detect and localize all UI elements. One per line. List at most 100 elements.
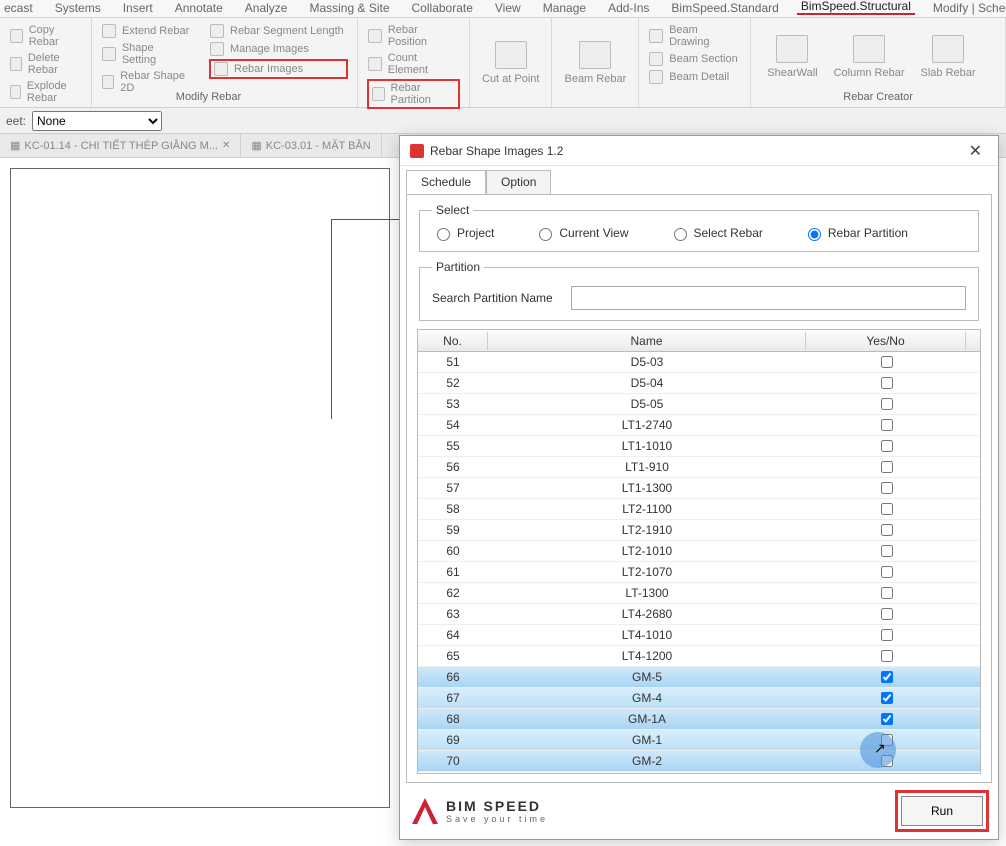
row-checkbox[interactable] <box>881 734 893 746</box>
row-checkbox[interactable] <box>881 650 893 662</box>
radio-select-rebar[interactable]: Select Rebar <box>669 225 763 241</box>
close-button[interactable]: ✕ <box>963 139 988 163</box>
row-checkbox[interactable] <box>881 356 893 368</box>
slab-rebar[interactable]: Slab Rebar <box>915 24 982 89</box>
row-checkbox[interactable] <box>881 755 893 767</box>
menu-item[interactable]: View <box>491 1 525 15</box>
menu-item[interactable]: Massing & Site <box>305 1 393 15</box>
table-row[interactable]: 64LT4-1010 <box>418 625 980 646</box>
table-row[interactable]: 57LT1-1300 <box>418 478 980 499</box>
radio-current-view[interactable]: Current View <box>534 225 628 241</box>
row-checkbox[interactable] <box>881 545 893 557</box>
menu-item[interactable]: Systems <box>51 1 105 15</box>
menu-item[interactable]: Manage <box>539 1 590 15</box>
delete-rebar[interactable]: Delete Rebar <box>10 52 81 76</box>
shape-setting[interactable]: Shape Setting <box>102 42 190 66</box>
row-checkbox[interactable] <box>881 482 893 494</box>
table-row[interactable]: 66GM-5 <box>418 667 980 688</box>
col-yesno[interactable]: Yes/No <box>806 332 966 350</box>
delete-icon <box>10 57 22 71</box>
view-tab[interactable]: ▦KC-01.14 - CHI TIẾT THÉP GIẰNG M...✕ <box>0 134 241 157</box>
menu-item[interactable]: Modify | Schedule Gra <box>929 1 1006 15</box>
count-element[interactable]: Count Element <box>368 52 459 76</box>
beam-rebar[interactable]: Beam Rebar <box>552 18 639 107</box>
extend-rebar[interactable]: Extend Rebar <box>102 24 190 38</box>
rebar-position[interactable]: Rebar Position <box>368 24 459 48</box>
paper-frame <box>10 168 390 808</box>
table-row[interactable]: 67GM-4 <box>418 688 980 709</box>
table-row[interactable]: 52D5-04 <box>418 373 980 394</box>
table-row[interactable]: 68GM-1A <box>418 709 980 730</box>
table-row[interactable]: 59LT2-1910 <box>418 520 980 541</box>
manage-images[interactable]: Manage Images <box>210 42 347 56</box>
table-row[interactable]: 51D5-03 <box>418 352 980 373</box>
tab-option[interactable]: Option <box>486 170 551 194</box>
table-row[interactable]: 69GM-1 <box>418 730 980 751</box>
cell-name: LT1-1010 <box>488 438 806 454</box>
shearwall[interactable]: ShearWall <box>761 24 823 89</box>
col-name[interactable]: Name <box>488 332 806 350</box>
row-checkbox[interactable] <box>881 629 893 641</box>
row-checkbox[interactable] <box>881 713 893 725</box>
table-row[interactable]: 63LT4-2680 <box>418 604 980 625</box>
row-checkbox[interactable] <box>881 587 893 599</box>
partition-group: Partition Search Partition Name <box>419 260 979 321</box>
table-row[interactable]: 60LT2-1010 <box>418 541 980 562</box>
radio-rebar-partition[interactable]: Rebar Partition <box>803 225 908 241</box>
cell-no: 56 <box>418 459 488 475</box>
row-checkbox[interactable] <box>881 503 893 515</box>
menu-item[interactable]: Collaborate <box>408 1 477 15</box>
row-checkbox[interactable] <box>881 692 893 704</box>
table-row[interactable]: 53D5-05 <box>418 394 980 415</box>
tab-schedule[interactable]: Schedule <box>406 170 486 194</box>
table-row[interactable]: 55LT1-1010 <box>418 436 980 457</box>
row-checkbox[interactable] <box>881 377 893 389</box>
table-row[interactable]: 65LT4-1200 <box>418 646 980 667</box>
close-icon[interactable]: ✕ <box>222 140 230 151</box>
table-row[interactable]: 58LT2-1100 <box>418 499 980 520</box>
table-row[interactable]: 54LT1-2740 <box>418 415 980 436</box>
row-checkbox[interactable] <box>881 524 893 536</box>
table-row[interactable]: 70GM-2 <box>418 751 980 772</box>
beam-detail[interactable]: Beam Detail <box>649 70 740 84</box>
table-row[interactable]: 61LT2-1070 <box>418 562 980 583</box>
sheet-select[interactable]: None <box>32 111 162 131</box>
column-rebar[interactable]: Column Rebar <box>828 24 911 89</box>
radio-project[interactable]: Project <box>432 225 494 241</box>
row-checkbox[interactable] <box>881 440 893 452</box>
rebar-images[interactable]: Rebar Images <box>210 60 347 78</box>
cell-name: GM-2 <box>488 753 806 769</box>
sheet-label: eet: <box>6 114 26 128</box>
col-no[interactable]: No. <box>418 332 488 350</box>
copy-rebar[interactable]: Copy Rebar <box>10 24 81 48</box>
cut-at-point[interactable]: Cut at Point <box>470 18 552 107</box>
run-button[interactable]: Run <box>901 796 983 826</box>
search-partition-input[interactable] <box>571 286 966 310</box>
rebar-partition[interactable]: Rebar Partition <box>368 80 459 108</box>
beam-section[interactable]: Beam Section <box>649 52 740 66</box>
row-checkbox[interactable] <box>881 461 893 473</box>
row-checkbox[interactable] <box>881 566 893 578</box>
row-checkbox[interactable] <box>881 671 893 683</box>
partition-icon <box>372 87 385 101</box>
menu-item[interactable]: ecast <box>0 1 37 15</box>
row-checkbox[interactable] <box>881 608 893 620</box>
cell-name: GM-4 <box>488 690 806 706</box>
table-row[interactable]: 56LT1-910 <box>418 457 980 478</box>
table-row[interactable]: 62LT-1300 <box>418 583 980 604</box>
rebar-segment-length[interactable]: Rebar Segment Length <box>210 24 347 38</box>
view-tab[interactable]: ▦KC-03.01 - MẶT BẰN <box>241 134 381 157</box>
menu-item[interactable]: Add-Ins <box>604 1 653 15</box>
beam-drawing[interactable]: Beam Drawing <box>649 24 740 48</box>
cell-no: 58 <box>418 501 488 517</box>
row-checkbox[interactable] <box>881 419 893 431</box>
row-checkbox[interactable] <box>881 398 893 410</box>
menu-item[interactable]: Annotate <box>171 1 227 15</box>
menu-item-active[interactable]: BimSpeed.Structural <box>797 0 915 15</box>
menu-item[interactable]: Analyze <box>241 1 292 15</box>
menu-item[interactable]: Insert <box>119 1 157 15</box>
select-group: Select Project Current View Select Rebar… <box>419 203 979 252</box>
dialog-titlebar[interactable]: Rebar Shape Images 1.2 ✕ <box>400 136 998 166</box>
menu-item[interactable]: BimSpeed.Standard <box>667 1 782 15</box>
table-body[interactable]: 51D5-0352D5-0453D5-0554LT1-274055LT1-101… <box>418 352 980 773</box>
